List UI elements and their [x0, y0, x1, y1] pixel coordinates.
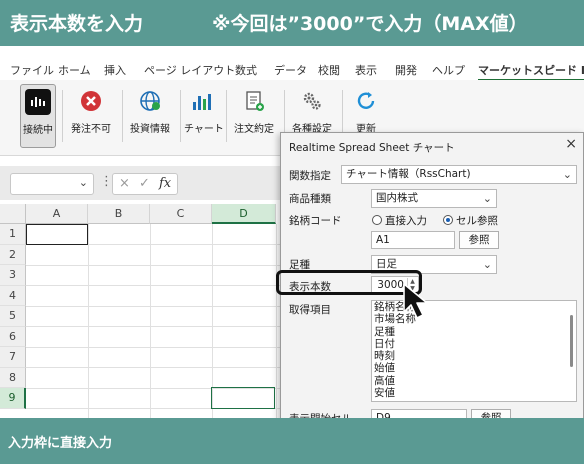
top-banner: 表示本数を入力 ※今回は”3000”で入力（MAX値） [0, 0, 584, 46]
list-item[interactable]: 高値 [372, 375, 576, 387]
tab-developer[interactable]: 開発 [395, 62, 417, 78]
listbox-scrollbar[interactable] [570, 315, 573, 367]
list-item[interactable]: 足種 [372, 326, 576, 338]
column-header-a[interactable]: A [26, 204, 88, 224]
dialog-title: Realtime Spread Sheet チャート [289, 142, 455, 154]
connection-label: 接続中 [23, 125, 53, 136]
no-entry-icon [78, 88, 104, 114]
radio-on-icon [443, 215, 453, 225]
type-value: 日足 [376, 258, 397, 270]
tab-marketspeed[interactable]: マーケットスピード II [478, 62, 584, 81]
row-header-6[interactable]: 6 [0, 326, 26, 347]
confirm-icon[interactable]: ✓ [139, 176, 150, 191]
row-header-3[interactable]: 3 [0, 265, 26, 286]
connection-status-icon [25, 89, 51, 115]
refresh-icon [353, 88, 379, 114]
code-input[interactable]: A1 [371, 231, 455, 249]
order-execution-button[interactable]: 注文約定 [230, 84, 278, 148]
order-execution-label: 注文約定 [234, 124, 274, 135]
close-icon[interactable]: × [565, 136, 577, 152]
list-item[interactable]: 時刻 [372, 350, 576, 362]
row-header-5[interactable]: 5 [0, 306, 26, 327]
globe-icon [137, 88, 163, 114]
radio-off-icon [372, 215, 382, 225]
row-header-8[interactable]: 8 [0, 367, 26, 388]
product-label: 商品種類 [289, 193, 331, 205]
investment-info-label: 投資情報 [130, 124, 170, 135]
tab-insert[interactable]: 挿入 [104, 62, 126, 78]
chevron-down-icon: ⌄ [482, 192, 492, 205]
column-header-d[interactable]: D [212, 204, 276, 224]
chart-label: チャート [184, 124, 224, 135]
select-all-corner[interactable] [0, 204, 26, 224]
tab-page-layout[interactable]: ページ レイアウト [144, 62, 235, 78]
list-item[interactable]: 日付 [372, 338, 576, 350]
cell-a1[interactable] [26, 224, 88, 245]
column-header-c[interactable]: C [150, 204, 212, 224]
tab-view[interactable]: 表示 [355, 62, 377, 78]
row-header-2[interactable]: 2 [0, 244, 26, 265]
code-value: A1 [376, 234, 390, 246]
bottom-banner: 入力枠に直接入力 [0, 418, 584, 464]
investment-info-button[interactable]: 投資情報 [126, 84, 174, 148]
chevron-down-icon: ⌄ [78, 176, 88, 189]
order-sheet-icon [241, 88, 267, 114]
bar-chart-icon [189, 88, 215, 114]
chevron-down-icon: ⌄ [562, 168, 572, 181]
tab-file[interactable]: ファイル [10, 62, 54, 78]
function-value: チャート情報（RssChart) [346, 168, 471, 180]
chart-button[interactable]: チャート [184, 84, 224, 148]
code-label: 銘柄コード [289, 215, 342, 227]
list-item[interactable]: 安値 [372, 387, 576, 399]
reference-button[interactable]: 参照 [459, 231, 499, 249]
function-label: 関数指定 [289, 170, 331, 182]
name-box[interactable]: ⌄ [10, 173, 94, 195]
function-select[interactable]: チャート情報（RssChart) ⌄ [341, 165, 577, 184]
connection-button[interactable]: 接続中 [20, 84, 56, 148]
tab-data[interactable]: データ [274, 62, 307, 78]
radio-cell-reference[interactable]: セル参照 [443, 213, 498, 228]
product-select[interactable]: 国内株式 ⌄ [371, 189, 497, 208]
gears-icon [299, 88, 325, 114]
tab-review[interactable]: 校閲 [318, 62, 340, 78]
banner-note: ※今回は”3000”で入力（MAX値） [212, 13, 528, 35]
radio-direct-input[interactable]: 直接入力 [372, 213, 427, 228]
mouse-pointer-icon [403, 283, 428, 319]
tab-help[interactable]: ヘルプ [432, 62, 465, 78]
product-value: 国内株式 [376, 192, 418, 204]
chevron-down-icon: ⌄ [482, 258, 492, 271]
tab-home[interactable]: ホーム [58, 62, 91, 78]
radio-cell-label: セル参照 [456, 215, 498, 227]
row-header-4[interactable]: 4 [0, 285, 26, 306]
row-header-7[interactable]: 7 [0, 347, 26, 368]
ribbon-tabs: ファイル ホーム 挿入 ページ レイアウト 数式 データ 校閲 表示 開発 ヘル… [0, 58, 584, 81]
items-label: 取得項目 [289, 304, 331, 316]
order-disabled-button[interactable]: 発注不可 [66, 84, 116, 148]
insert-function-icon[interactable]: fx [159, 176, 171, 191]
radio-direct-label: 直接入力 [385, 215, 427, 227]
bottom-caption: 入力枠に直接入力 [8, 436, 113, 451]
column-header-b[interactable]: B [88, 204, 150, 224]
list-item[interactable]: 始値 [372, 362, 576, 374]
formula-buttons: × ✓ fx [112, 173, 178, 195]
tab-formulas[interactable]: 数式 [235, 62, 257, 78]
cell-d9[interactable] [211, 387, 275, 409]
cancel-icon[interactable]: × [119, 176, 130, 191]
row-header-9[interactable]: 9 [0, 388, 26, 409]
row-header-1[interactable]: 1 [0, 224, 26, 245]
banner-title: 表示本数を入力 [10, 13, 144, 35]
order-disabled-label: 発注不可 [71, 124, 111, 135]
